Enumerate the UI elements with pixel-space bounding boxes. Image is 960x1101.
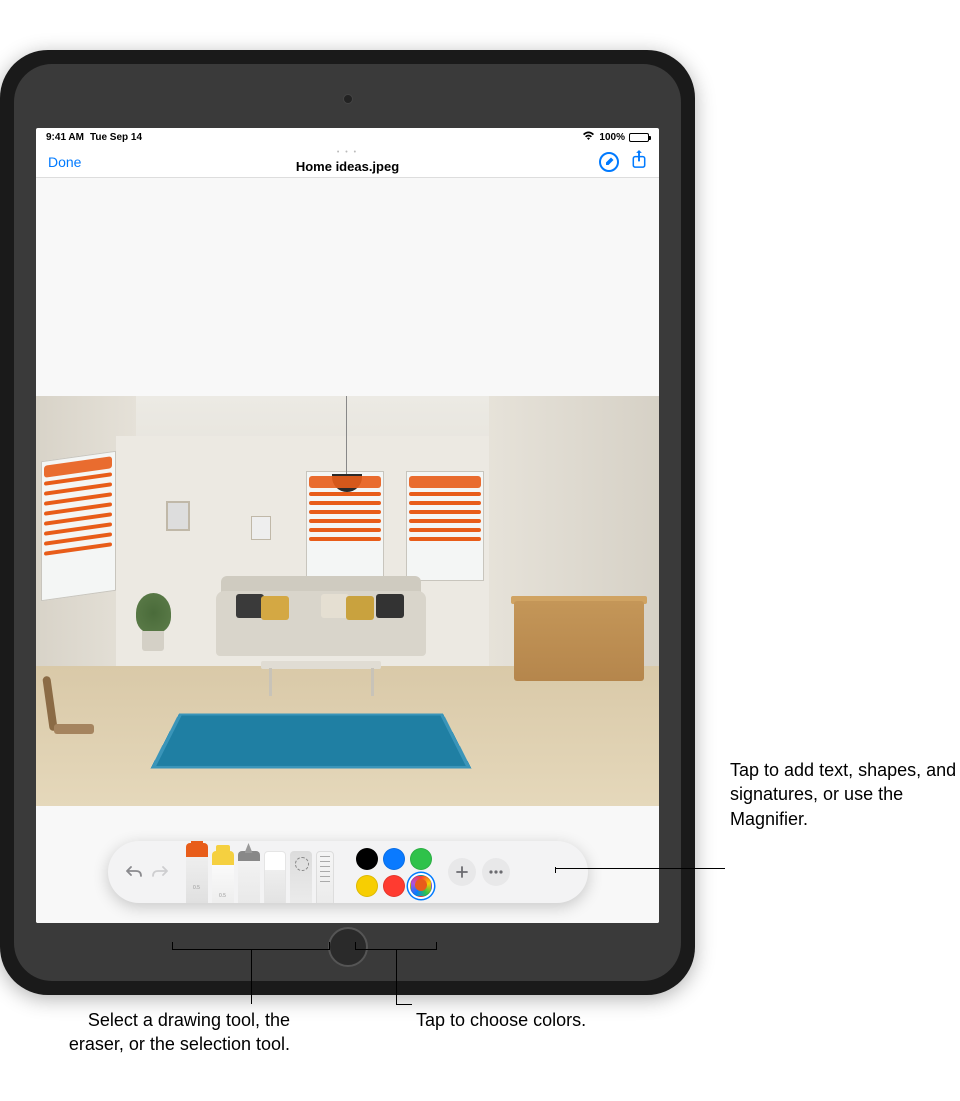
drawing-tools-group: 0.5 0.5 xyxy=(186,841,334,903)
lasso-tool[interactable] xyxy=(290,851,312,903)
color-palette xyxy=(356,848,432,897)
status-bar: 9:41 AM Tue Sep 14 100% xyxy=(36,128,659,146)
share-button[interactable] xyxy=(631,150,647,174)
more-button[interactable] xyxy=(482,858,510,886)
page-dots: • • • xyxy=(337,149,358,156)
done-button[interactable]: Done xyxy=(48,154,81,170)
status-date: Tue Sep 14 xyxy=(90,132,142,143)
pen-tool[interactable]: 0.5 xyxy=(186,843,208,903)
color-yellow[interactable] xyxy=(356,875,378,897)
marker-tool[interactable]: 0.5 xyxy=(212,851,234,903)
markup-stroke xyxy=(44,456,112,562)
ipad-device-frame: 9:41 AM Tue Sep 14 100% Done • • • Home … xyxy=(0,50,695,995)
add-button[interactable] xyxy=(448,858,476,886)
redo-button[interactable] xyxy=(148,860,172,884)
ruler-tool[interactable] xyxy=(316,851,334,903)
markup-toggle-button[interactable] xyxy=(599,152,619,172)
callout-add-text: Tap to add text, shapes, and signatures,… xyxy=(730,758,960,831)
photo-canvas-area[interactable] xyxy=(36,178,659,923)
screen: 9:41 AM Tue Sep 14 100% Done • • • Home … xyxy=(36,128,659,923)
content-area: 0.5 0.5 xyxy=(36,178,659,923)
markup-stroke xyxy=(309,476,381,546)
status-time: 9:41 AM xyxy=(46,132,84,143)
battery-icon xyxy=(629,133,649,142)
color-black[interactable] xyxy=(356,848,378,870)
wifi-icon xyxy=(582,131,595,144)
color-red[interactable] xyxy=(383,875,405,897)
eraser-tool[interactable] xyxy=(264,851,286,903)
markup-toolbar: 0.5 0.5 xyxy=(108,841,588,903)
color-green[interactable] xyxy=(410,848,432,870)
document-title: Home ideas.jpeg xyxy=(296,159,399,174)
ipad-bezel: 9:41 AM Tue Sep 14 100% Done • • • Home … xyxy=(14,64,681,981)
color-blue[interactable] xyxy=(383,848,405,870)
callout-choose-colors: Tap to choose colors. xyxy=(416,1008,586,1032)
nav-bar: Done • • • Home ideas.jpeg xyxy=(36,146,659,178)
photo-image xyxy=(36,396,659,806)
front-camera xyxy=(343,94,353,104)
battery-percent: 100% xyxy=(599,132,625,143)
markup-stroke xyxy=(409,476,481,546)
callout-drawing-tools: Select a drawing tool, the eraser, or th… xyxy=(60,1008,290,1057)
undo-button[interactable] xyxy=(122,860,146,884)
pencil-tool[interactable] xyxy=(238,851,260,903)
color-picker-button[interactable] xyxy=(410,875,432,897)
